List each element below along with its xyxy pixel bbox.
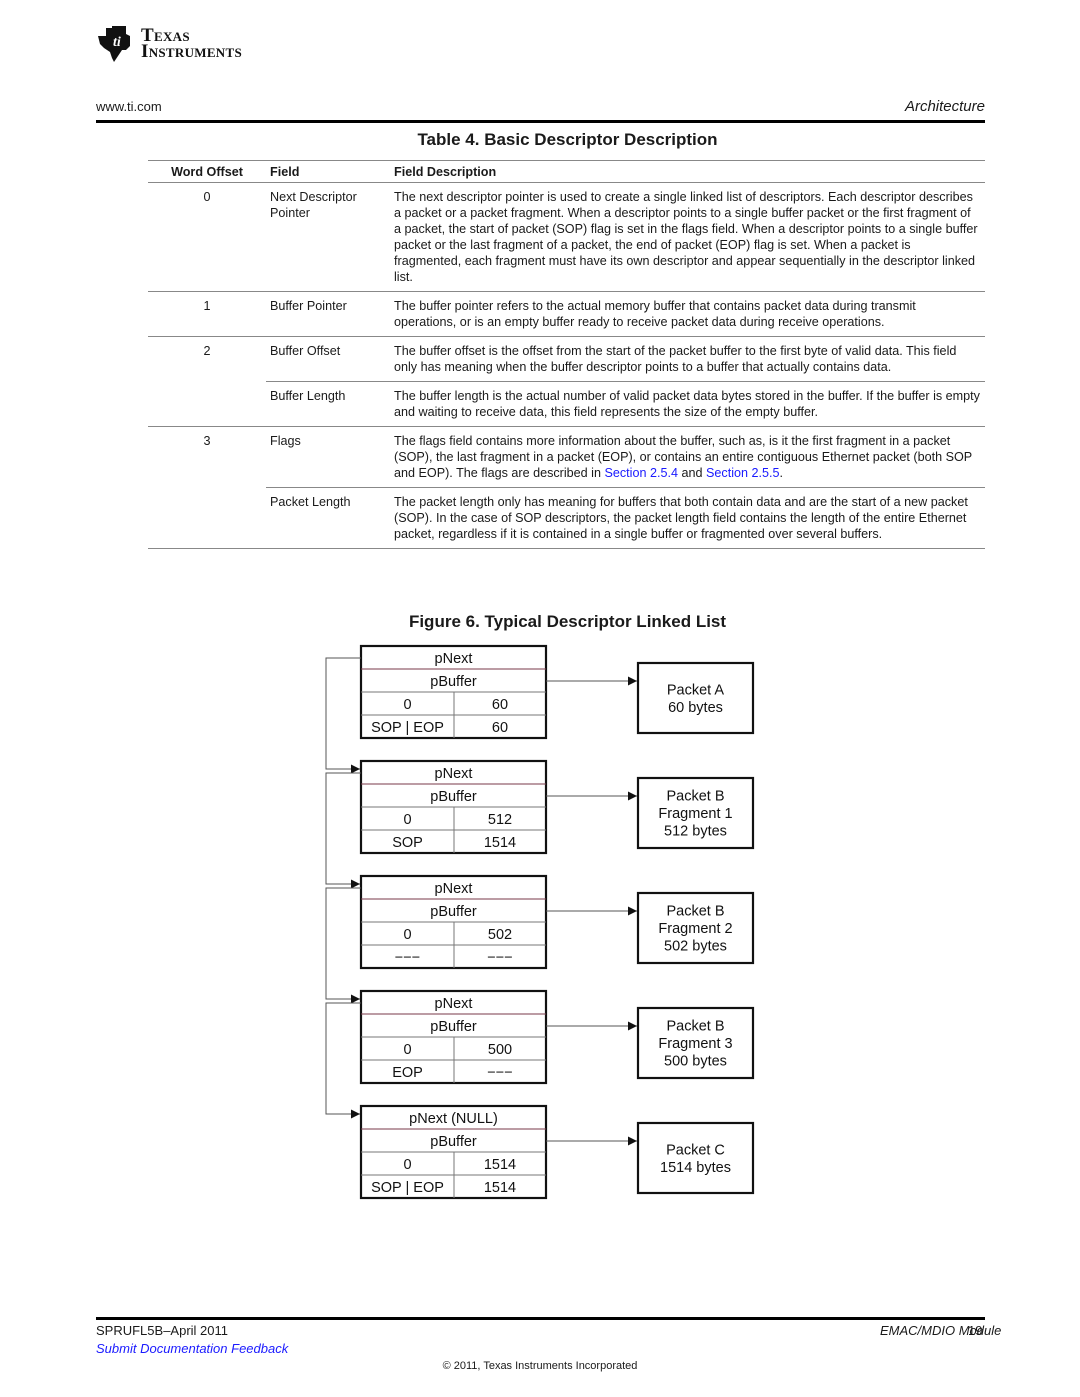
pbuffer-field: pBuffer: [430, 904, 477, 920]
packet-buffer-label: 512 bytes: [664, 824, 727, 840]
pnext-arrow: [325, 772, 361, 889]
packet-buffer-label: Packet A: [667, 682, 725, 698]
flags-field: EOP: [392, 1065, 423, 1081]
copyright: © 2011, Texas Instruments Incorporated: [442, 1360, 638, 1372]
pnext-field: pNext: [435, 996, 473, 1012]
submit-feedback-link[interactable]: Submit Documentation Feedback: [96, 1341, 288, 1356]
pbuffer-field: pBuffer: [430, 674, 477, 690]
packet-buffer-label: 1514 bytes: [660, 1160, 731, 1176]
pnext-field: pNext: [435, 651, 473, 667]
packet-buffer-label: Packet B: [666, 904, 724, 920]
buffer-offset-field: 0: [403, 697, 411, 713]
packet-buffer-label: 500 bytes: [664, 1054, 727, 1070]
packet-buffer-label: Fragment 2: [658, 921, 732, 937]
buffer-length-field: 500: [488, 1042, 512, 1058]
document-id: SPRUFL5B–April 2011: [96, 1323, 228, 1338]
packet-buffer-label: Fragment 3: [658, 1036, 732, 1052]
footer-rule: [96, 1317, 985, 1320]
flags-field: SOP | EOP: [371, 720, 444, 736]
flags-field: SOP | EOP: [371, 1180, 444, 1196]
buffer-length-field: 1514: [484, 1157, 516, 1173]
packet-length-field: 1514: [484, 835, 516, 851]
packet-buffer-label: Fragment 1: [658, 806, 732, 822]
module-name: EMAC/MDIO Module: [880, 1323, 1002, 1338]
buffer-offset-field: 0: [403, 1157, 411, 1173]
buffer-offset-field: 0: [403, 927, 411, 943]
packet-length-field: −−−: [487, 950, 512, 966]
packet-buffer-label: Packet C: [666, 1142, 725, 1158]
buffer-offset-field: 0: [403, 812, 411, 828]
pnext-arrow: [325, 1002, 361, 1119]
pnext-field: pNext: [435, 881, 473, 897]
buffer-length-field: 512: [488, 812, 512, 828]
buffer-length-field: 60: [492, 697, 508, 713]
pbuffer-field: pBuffer: [430, 789, 477, 805]
flags-field: SOP: [392, 835, 423, 851]
pnext-field: pNext (NULL): [409, 1111, 498, 1127]
pbuffer-field: pBuffer: [430, 1019, 477, 1035]
buffer-offset-field: 0: [403, 1042, 411, 1058]
packet-buffer-label: 60 bytes: [668, 700, 723, 716]
pnext-arrow: [325, 657, 361, 774]
packet-buffer-label: Packet B: [666, 1019, 724, 1035]
packet-buffer-label: Packet B: [666, 789, 724, 805]
packet-length-field: 60: [492, 720, 508, 736]
packet-buffer-label: 502 bytes: [664, 939, 727, 955]
page-number: 19: [968, 1323, 983, 1338]
pnext-arrow: [325, 887, 361, 1004]
packet-length-field: −−−: [487, 1065, 512, 1081]
buffer-length-field: 502: [488, 927, 512, 943]
packet-length-field: 1514: [484, 1180, 516, 1196]
pbuffer-field: pBuffer: [430, 1134, 477, 1150]
pnext-field: pNext: [435, 766, 473, 782]
flags-field: −−−: [395, 950, 420, 966]
linked-list-diagram: pNext pBuffer 0 60 SOP | EOP 60 Packet A 60 byt…: [325, 644, 755, 1200]
